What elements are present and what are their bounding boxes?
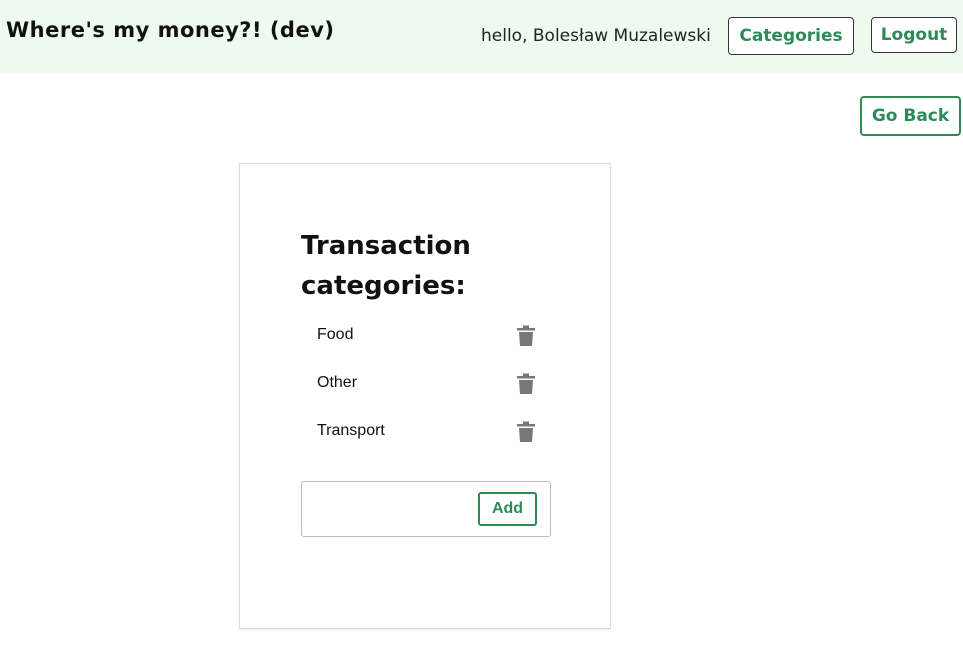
category-item: Transport (301, 412, 551, 452)
trash-icon[interactable] (517, 325, 535, 347)
top-bar: Where's my money?! (dev) hello, Bolesław… (0, 0, 963, 73)
add-button[interactable]: Add (478, 492, 537, 526)
categories-button[interactable]: Categories (728, 17, 854, 55)
card-title: Transaction categories: (301, 231, 471, 301)
trash-icon[interactable] (517, 373, 535, 395)
trash-icon[interactable] (517, 421, 535, 443)
user-greeting: hello, Bolesław Muzalewski (481, 26, 711, 46)
categories-card: Transaction categories: Food Other Trans… (239, 163, 611, 629)
category-label: Transport (317, 422, 385, 439)
app-title: Where's my money?! (dev) (6, 18, 335, 42)
category-label: Other (317, 374, 358, 391)
logout-button[interactable]: Logout (871, 17, 957, 53)
go-back-button[interactable]: Go Back (860, 96, 961, 136)
category-item: Other (301, 364, 551, 404)
category-label: Food (317, 326, 354, 343)
category-item: Food (301, 316, 551, 356)
new-category-input[interactable] (310, 494, 474, 526)
add-category-form: Add (301, 481, 551, 537)
